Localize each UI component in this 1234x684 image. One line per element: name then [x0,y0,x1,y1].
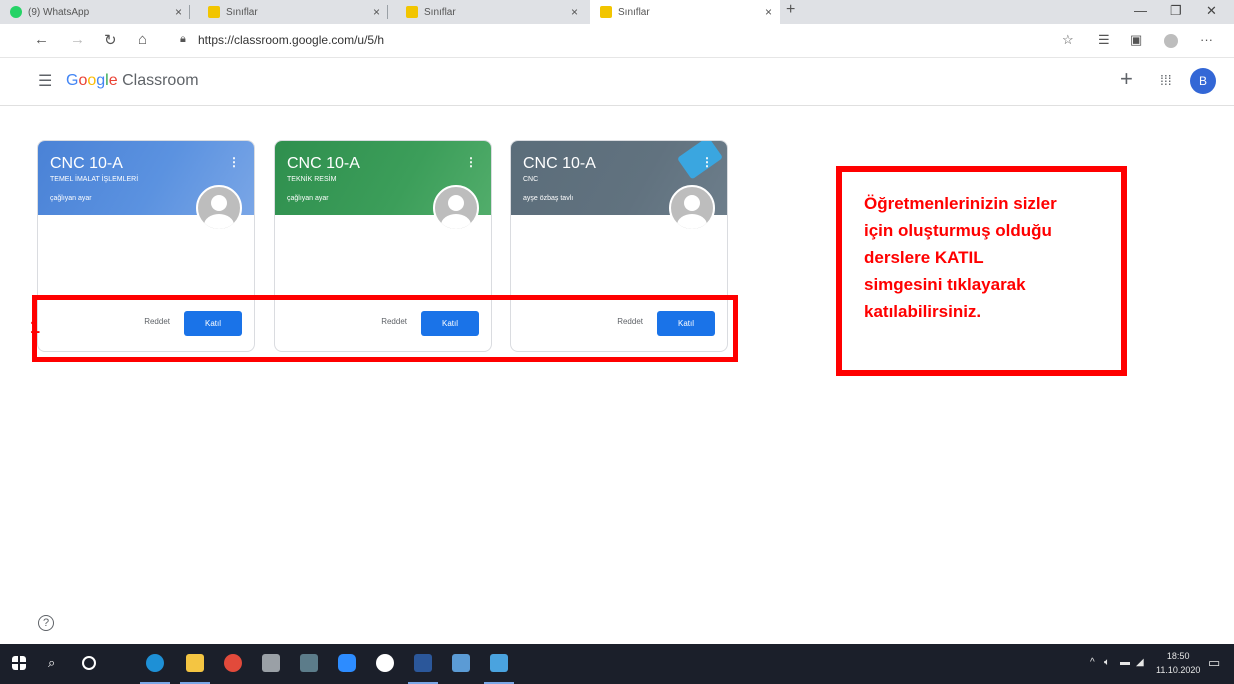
tab-title: (9) WhatsApp [28,6,90,18]
teacher-avatar [196,185,242,231]
class-subtitle: TEMEL İMALAT İŞLEMLERİ [50,176,139,183]
class-title[interactable]: CNC 10-A [287,155,360,173]
battery-icon[interactable]: ▬ [1120,657,1130,668]
google-icon[interactable] [376,654,394,672]
notifications-icon[interactable]: ▭ [1208,655,1220,671]
lock-icon: 🔒︎ [180,33,186,45]
file-explorer-icon[interactable] [186,654,204,672]
class-teacher: ayşe özbaş tavlı [523,195,574,202]
favorite-star-icon[interactable]: ☆ [1062,32,1074,48]
new-tab-icon[interactable]: + [786,1,795,19]
system-clock[interactable]: 18:50 11.10.2020 [1156,649,1200,677]
more-menu-icon[interactable]: ··· [1200,32,1213,47]
tab-classroom-3[interactable]: Sınıflar × [590,0,780,24]
word-icon[interactable] [414,654,432,672]
instruction-line: için oluşturmuş olduğu [864,221,1052,240]
back-icon[interactable]: ← [34,31,49,48]
windows-taskbar: ⌕ ^ 🔈︎ ▬ ◢ 18:50 11.10.2020 ▭ [0,644,1234,684]
class-title[interactable]: CNC 10-A [50,155,123,173]
classroom-icon [406,6,418,18]
teacher-avatar [669,185,715,231]
clock-time: 18:50 [1166,651,1190,661]
wifi-icon[interactable]: ◢ [1136,657,1144,668]
browser-tab-strip: (9) WhatsApp × Sınıflar × Sınıflar × Sın… [0,0,1234,24]
teacher-avatar [433,185,479,231]
class-subtitle: TEKNİK RESİM [287,176,337,183]
more-options-icon[interactable]: ⋮ [701,155,713,169]
tab-title: Sınıflar [424,6,456,18]
account-avatar[interactable]: B [1190,68,1216,94]
home-icon[interactable]: ⌂ [138,31,147,48]
volume-icon[interactable]: 🔈︎ [1104,657,1110,668]
tab-title: Sınıflar [226,6,258,18]
edge-icon[interactable] [146,654,164,672]
clock-date: 11.10.2020 [1156,665,1201,675]
brand-product: Classroom [122,72,199,89]
classroom-icon [208,6,220,18]
close-icon[interactable]: × [571,5,578,19]
whatsapp-icon [10,6,22,18]
maximize-icon[interactable]: ❐ [1170,3,1182,19]
tab-classroom-2[interactable]: Sınıflar × [396,0,586,24]
browser-toolbar: ← → ↻ ⌂ 🔒︎ https://classroom.google.com/… [0,24,1234,58]
step-marker: 1 [30,317,41,337]
tray-chevron-icon[interactable]: ^ [1090,657,1095,668]
close-icon[interactable]: × [373,5,380,19]
address-bar[interactable]: https://classroom.google.com/u/5/h [198,33,384,47]
tab-classroom-1[interactable]: Sınıflar × [198,0,388,24]
class-subtitle: CNC [523,176,539,183]
instruction-line: Öğretmenlerinizin sizler [864,194,1057,213]
help-icon[interactable]: ? [38,615,54,631]
browser-profile-icon[interactable] [1164,34,1178,48]
highlight-frame [32,295,738,362]
chrome-icon[interactable] [224,654,242,672]
tab-whatsapp[interactable]: (9) WhatsApp × [0,0,190,24]
instruction-line: katılabilirsiniz. [864,302,982,321]
classroom-header: ☰ Google Classroom + ⁞⁞⁞ B [0,58,1234,106]
favorites-list-icon[interactable]: ☰ [1098,32,1110,48]
class-teacher: çağlıyan ayar [287,195,329,202]
class-teacher: çağlıyan ayar [50,195,92,202]
photos-icon[interactable] [490,654,508,672]
refresh-icon[interactable]: ↻ [104,31,117,49]
classroom-icon [600,6,612,18]
more-options-icon[interactable]: ⋮ [228,155,240,169]
window-close-icon[interactable]: ✕ [1206,3,1217,19]
collections-icon[interactable]: ▣ [1130,32,1142,48]
paint-icon[interactable] [262,654,280,672]
app-icon[interactable] [452,654,470,672]
instruction-box: Öğretmenlerinizin sizler için oluşturmuş… [836,166,1127,376]
tab-title: Sınıflar [618,6,650,18]
zoom-icon[interactable] [338,654,356,672]
create-join-class-icon[interactable]: + [1120,68,1133,90]
instruction-line: simgesini tıklayarak [864,275,1026,294]
more-options-icon[interactable]: ⋮ [465,155,477,169]
minimize-icon[interactable]: — [1134,3,1147,18]
classroom-logo[interactable]: Google Classroom [66,72,199,90]
forward-icon[interactable]: → [70,31,85,48]
instruction-line: derslere KATIL [864,248,984,267]
close-icon[interactable]: × [765,5,772,19]
start-icon[interactable] [12,656,26,670]
hamburger-menu-icon[interactable]: ☰ [38,71,52,91]
class-title[interactable]: CNC 10-A [523,155,596,173]
close-icon[interactable]: × [175,5,182,19]
calculator-icon[interactable] [300,654,318,672]
search-icon[interactable]: ⌕ [48,655,66,673]
google-apps-icon[interactable]: ⁞⁞⁞ [1160,72,1172,88]
cortana-icon[interactable] [82,656,96,670]
